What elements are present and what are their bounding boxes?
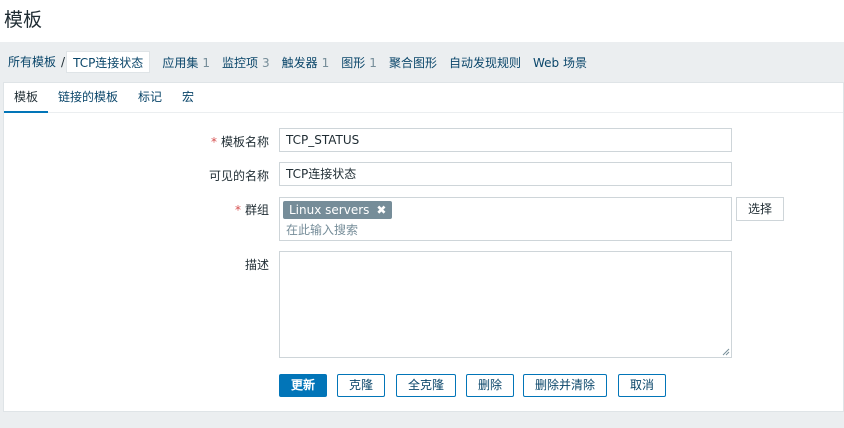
nav-applications-count: 1 <box>202 55 210 70</box>
tab-tags[interactable]: 标记 <box>128 83 172 113</box>
nav-graphs-count: 1 <box>369 55 377 70</box>
full-clone-button[interactable]: 全克隆 <box>396 374 456 397</box>
groups-label-text: 群组 <box>244 203 269 217</box>
groups-label: * 群组 <box>4 201 269 218</box>
cancel-button[interactable]: 取消 <box>618 374 666 397</box>
form-tabs: 模板 链接的模板 标记 宏 <box>4 83 843 113</box>
delete-button[interactable]: 删除 <box>466 374 514 397</box>
groups-multiselect[interactable]: Linux servers ✖ 在此输入搜索 <box>279 197 732 241</box>
template-name-label-text: 模板名称 <box>220 135 269 149</box>
resize-handle-icon[interactable] <box>722 348 730 356</box>
template-form-panel: 模板 链接的模板 标记 宏 * 模板名称 TCP_STATUS 可见的名称 TCP… <box>3 82 844 412</box>
template-name-input[interactable]: TCP_STATUS <box>279 128 732 152</box>
group-chip-label: Linux servers <box>289 203 370 217</box>
nav-screens[interactable]: 聚合图形 <box>389 54 437 71</box>
nav-triggers-count: 1 <box>321 55 330 70</box>
breadcrumb: 所有模板 / TCP连接状态 应用集 1 监控项 3 触发器 1 图形 1 聚合图形 自… <box>0 42 844 82</box>
required-mark: * <box>210 135 217 149</box>
clone-button[interactable]: 克隆 <box>337 374 385 397</box>
nav-web-scenarios-label: Web 场景 <box>532 55 587 70</box>
remove-chip-icon[interactable]: ✖ <box>376 201 386 219</box>
nav-triggers-label: 触发器 <box>281 55 318 70</box>
tab-template[interactable]: 模板 <box>4 83 49 113</box>
groups-search-input[interactable]: 在此输入搜索 <box>286 221 358 238</box>
visible-name-input[interactable]: TCP连接状态 <box>279 162 732 186</box>
template-name-label: * 模板名称 <box>4 133 269 150</box>
required-mark: * <box>234 203 241 217</box>
tab-linked-templates[interactable]: 链接的模板 <box>48 83 128 113</box>
nav-web-scenarios[interactable]: Web 场景 <box>533 54 587 71</box>
nav-items-count: 3 <box>261 55 270 70</box>
select-groups-button[interactable]: 选择 <box>736 197 784 221</box>
delete-and-clear-button[interactable]: 删除并清除 <box>523 374 607 397</box>
nav-applications[interactable]: 应用集 1 <box>162 54 210 71</box>
page-header <box>0 0 844 42</box>
nav-graphs[interactable]: 图形 1 <box>341 54 377 71</box>
description-label: 描述 <box>244 258 269 272</box>
nav-graphs-label: 图形 <box>341 55 366 70</box>
breadcrumb-all-templates[interactable]: 所有模板 <box>4 51 60 73</box>
page-title: 模板 <box>4 9 43 31</box>
nav-discovery-rules[interactable]: 自动发现规则 <box>449 54 521 71</box>
nav-triggers[interactable]: 触发器 1 <box>282 54 330 71</box>
nav-items[interactable]: 监控项 3 <box>222 54 270 71</box>
nav-screens-label: 聚合图形 <box>388 55 437 70</box>
breadcrumb-current-template[interactable]: TCP连接状态 <box>66 51 151 73</box>
nav-items-label: 监控项 <box>221 55 258 70</box>
visible-name-label: 可见的名称 <box>208 169 269 183</box>
update-button[interactable]: 更新 <box>279 374 327 397</box>
nav-applications-label: 应用集 <box>162 55 199 70</box>
description-textarea[interactable] <box>279 251 732 358</box>
group-chip: Linux servers ✖ <box>283 201 393 219</box>
nav-discovery-rules-label: 自动发现规则 <box>448 55 521 70</box>
tab-macros[interactable]: 宏 <box>172 83 204 113</box>
